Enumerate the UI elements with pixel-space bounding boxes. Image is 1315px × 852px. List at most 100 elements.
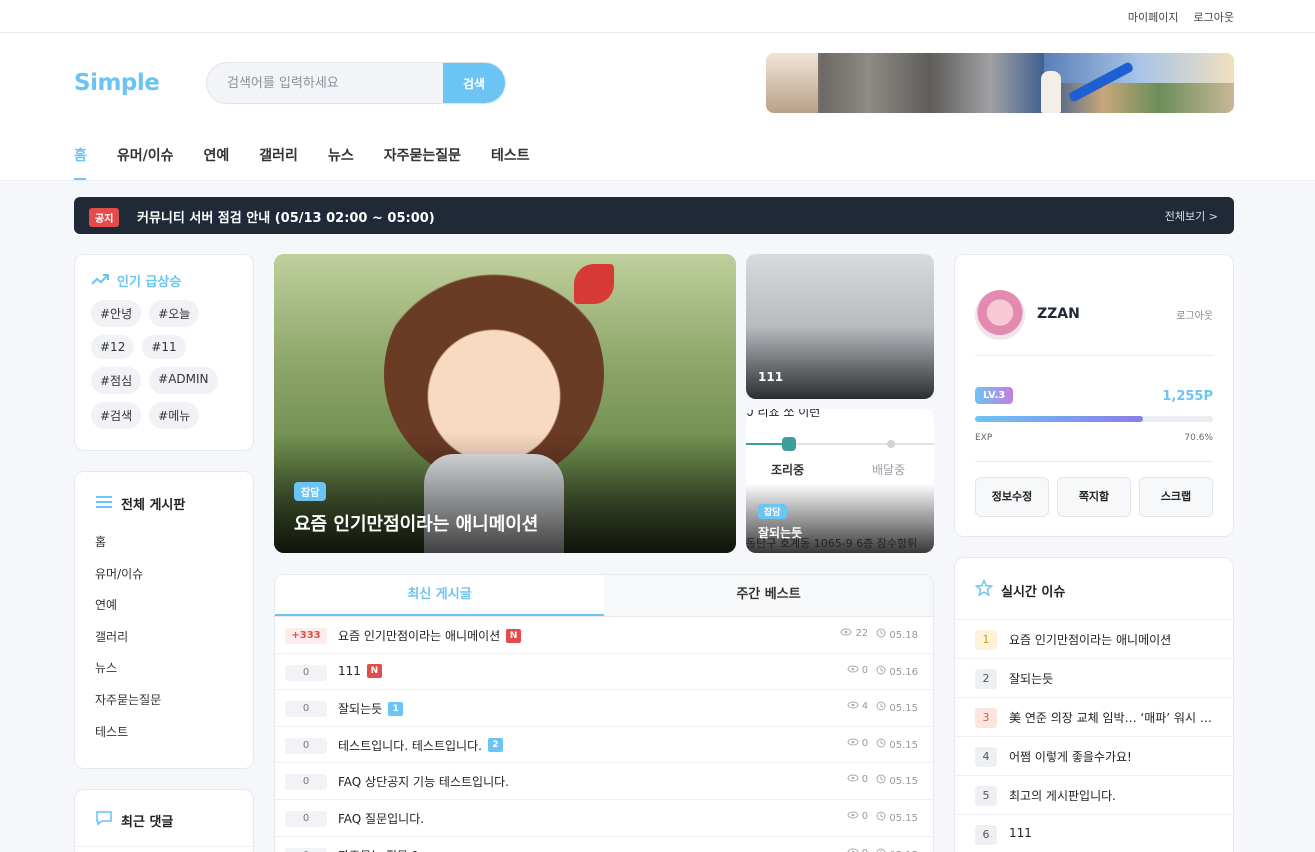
eye-icon xyxy=(840,628,852,639)
issue-list: 1 요즘 인기만점이라는 애니메이션 2 잘되는듯 3 美 연준 의장 교체 임박… ‘매… xyxy=(955,619,1233,852)
tag-chip[interactable]: #11 xyxy=(142,335,186,359)
scrap-button[interactable]: 스크랩 xyxy=(1139,477,1213,517)
nav-item-gallery[interactable]: 갤러리 xyxy=(244,146,313,180)
vote-count: +333 xyxy=(285,628,327,644)
tab-weekly-best[interactable]: 주간 베스트 xyxy=(604,575,933,616)
board-link-home[interactable]: 홈 xyxy=(95,533,233,565)
table-row[interactable]: 0 FAQ 상단공지 기능 테스트입니다. 0 05.15 xyxy=(275,763,933,800)
view-count: 0 xyxy=(861,664,869,676)
trending-up-icon xyxy=(91,273,109,289)
board-link-entertainment[interactable]: 연예 xyxy=(95,596,233,628)
featured-post[interactable]: 잡담 요즘 인기만점이라는 애니메이션 xyxy=(274,254,736,553)
tag-chip[interactable]: #12 xyxy=(91,335,135,359)
list-item[interactable]: 4 어쩜 이렇게 좋을수가요! xyxy=(955,736,1233,775)
step-label-delivery: 배달중 xyxy=(872,463,906,477)
tag-chip[interactable]: #메뉴 xyxy=(149,402,200,429)
side-post-title[interactable]: 111 xyxy=(758,370,783,384)
list-item[interactable]: 2 잘되는듯 xyxy=(955,658,1233,697)
nav-item-news[interactable]: 뉴스 xyxy=(313,146,369,180)
post-date: 05.15 xyxy=(889,776,918,788)
issue-title[interactable]: 111 xyxy=(1009,826,1219,840)
post-title[interactable]: 잘되는듯 xyxy=(338,700,382,717)
post-title[interactable]: 111 xyxy=(338,664,361,678)
list-item[interactable]: 6 111 xyxy=(955,814,1233,852)
top-bar: 마이페이지 로그아웃 xyxy=(0,0,1315,33)
nav-item-test[interactable]: 테스트 xyxy=(476,146,545,180)
issue-title[interactable]: 美 연준 의장 교체 임박… ‘매파’ 워시 지명 전망 xyxy=(1009,709,1219,726)
search-button[interactable]: 검색 xyxy=(443,63,505,103)
board-link-test[interactable]: 테스트 xyxy=(95,723,233,755)
tag-chip[interactable]: #점심 xyxy=(91,367,142,394)
nav-item-entertainment[interactable]: 연예 xyxy=(189,146,245,180)
eye-icon xyxy=(847,848,859,852)
notice-more-link[interactable]: 전체보기 > xyxy=(1165,208,1218,224)
rank-number: 6 xyxy=(975,825,997,845)
post-title[interactable]: 테스트입니다. 테스트입니다. xyxy=(338,737,482,754)
nav-item-humor[interactable]: 유머/이슈 xyxy=(102,146,189,180)
recent-comments-title: 최근 댓글 xyxy=(121,814,174,830)
clock-icon xyxy=(876,811,886,824)
notice-bar[interactable]: 공지 커뮤니티 서버 점검 안내 (05/13 02:00 ~ 05:00) 전… xyxy=(74,197,1234,234)
post-title[interactable]: FAQ 질문입니다. xyxy=(338,810,424,827)
messages-button[interactable]: 쪽지함 xyxy=(1057,477,1131,517)
tag-chip[interactable]: #검색 xyxy=(91,402,142,429)
logout-link[interactable]: 로그아웃 xyxy=(1194,9,1234,25)
post-title[interactable]: FAQ 상단공지 기능 테스트입니다. xyxy=(338,773,509,790)
nav-item-home[interactable]: 홈 xyxy=(74,146,102,180)
table-row[interactable]: 0 테스트입니다. 테스트입니다. 2 0 05.15 xyxy=(275,727,933,764)
board-link-humor[interactable]: 유머/이슈 xyxy=(95,565,233,597)
issue-title[interactable]: 어쩜 이렇게 좋을수가요! xyxy=(1009,748,1219,765)
post-title[interactable]: 요즘 인기만점이라는 애니메이션 xyxy=(338,627,500,644)
table-row[interactable]: +333 요즘 인기만점이라는 애니메이션 N 22 05.18 xyxy=(275,617,933,654)
profile-card: ZZAN 로그아웃 LV.3 1,255P EXP 70.6% 정보수정 쪽지함… xyxy=(954,254,1234,537)
board-list: 홈 유머/이슈 연예 갤러리 뉴스 자주묻는질문 테스트 xyxy=(95,533,233,754)
star-icon xyxy=(974,578,994,601)
board-link-gallery[interactable]: 갤러리 xyxy=(95,628,233,660)
profile-actions: 정보수정 쪽지함 스크랩 xyxy=(975,477,1213,517)
view-count: 4 xyxy=(861,701,869,713)
side-post-2[interactable]: 0 리죠 쏘 이런 조리중 배달중 잡담 잘되는듯 동탄구 호계동 1065-9… xyxy=(746,409,934,553)
rank-number: 5 xyxy=(975,786,997,806)
exp-progress-bar xyxy=(975,416,1213,422)
main-nav: 홈 유머/이슈 연예 갤러리 뉴스 자주묻는질문 테스트 xyxy=(74,146,545,180)
issue-title[interactable]: 잘되는듯 xyxy=(1009,670,1219,687)
notice-title[interactable]: 커뮤니티 서버 점검 안내 (05/13 02:00 ~ 05:00) xyxy=(137,207,435,226)
list-item[interactable]: 5 최고의 게시판입니다. xyxy=(955,775,1233,814)
rank-number: 2 xyxy=(975,669,997,689)
view-count: 0 xyxy=(861,774,869,786)
board-link-faq[interactable]: 자주묻는질문 xyxy=(95,691,233,723)
list-item[interactable]: 3 美 연준 의장 교체 임박… ‘매파’ 워시 지명 전망 xyxy=(955,697,1233,736)
board-link-news[interactable]: 뉴스 xyxy=(95,659,233,691)
search-input[interactable] xyxy=(207,63,443,103)
post-board: 최신 게시글 주간 베스트 +333 요즘 인기만점이라는 애니메이션 N 22 0… xyxy=(274,574,934,852)
vote-count: 0 xyxy=(285,664,327,681)
list-item[interactable]: 1 요즘 인기만점이라는 애니메이션 xyxy=(955,619,1233,658)
issue-title[interactable]: 요즘 인기만점이라는 애니메이션 xyxy=(1009,631,1219,648)
tag-chip[interactable]: #안녕 xyxy=(91,300,142,327)
table-row[interactable]: 0 FAQ 질문입니다. 0 05.15 xyxy=(275,800,933,837)
header-banner-image[interactable] xyxy=(766,53,1234,113)
avatar[interactable] xyxy=(975,290,1025,340)
boards-title: 전체 게시판 xyxy=(121,498,186,513)
tag-chip[interactable]: #ADMIN xyxy=(149,367,218,394)
issue-title[interactable]: 최고의 게시판입니다. xyxy=(1009,787,1219,804)
edit-profile-button[interactable]: 정보수정 xyxy=(975,477,1049,517)
points-value: 1,255P xyxy=(1162,389,1213,404)
site-logo[interactable]: Simple xyxy=(74,70,160,96)
recent-comments-card: 최근 댓글 xyxy=(74,789,254,852)
tab-latest[interactable]: 최신 게시글 xyxy=(275,575,604,616)
table-row[interactable]: 0 잘되는듯 1 4 05.15 xyxy=(275,690,933,727)
side-post-1[interactable]: 111 xyxy=(746,254,934,399)
featured-title[interactable]: 요즘 인기만점이라는 애니메이션 xyxy=(294,510,538,536)
eye-icon xyxy=(847,665,859,676)
top-links: 마이페이지 로그아웃 xyxy=(1128,9,1234,25)
rank-number: 1 xyxy=(975,630,997,650)
tag-chip[interactable]: #오늘 xyxy=(149,300,200,327)
post-badge: 1 xyxy=(388,701,404,716)
mypage-link[interactable]: 마이페이지 xyxy=(1128,9,1179,25)
post-title[interactable]: 자주묻는 질문 1 xyxy=(338,847,420,852)
nav-item-faq[interactable]: 자주묻는질문 xyxy=(369,146,476,180)
profile-logout-link[interactable]: 로그아웃 xyxy=(1176,307,1213,322)
table-row[interactable]: 0자주묻는 질문 1 0 05.15 xyxy=(275,837,933,852)
table-row[interactable]: 0 111 N 0 05.16 xyxy=(275,654,933,691)
